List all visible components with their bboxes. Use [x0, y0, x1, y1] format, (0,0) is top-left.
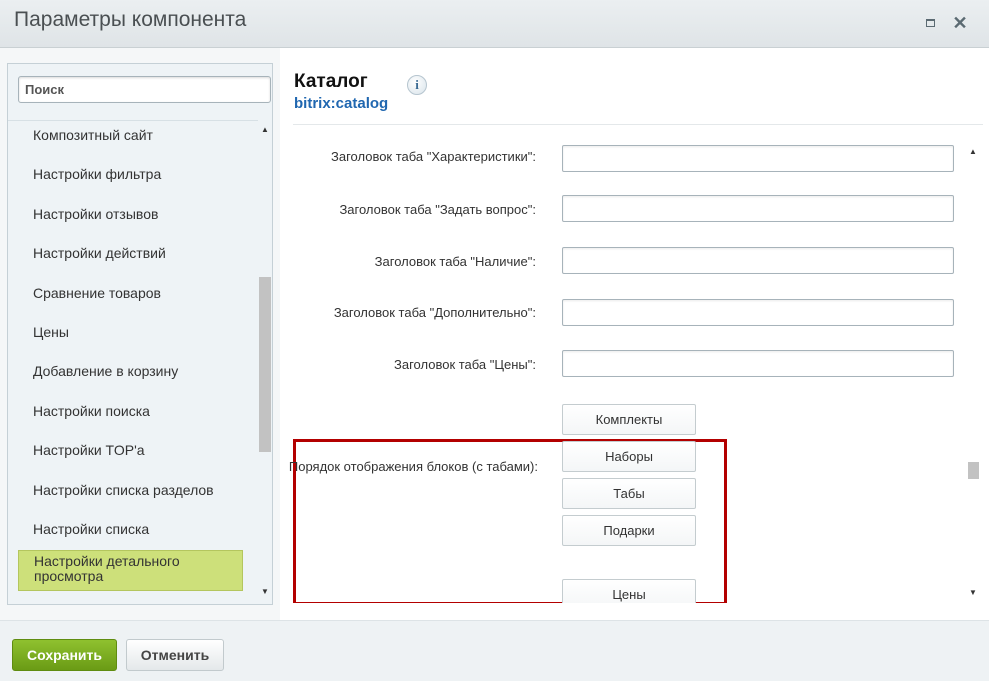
field-label-prices: Заголовок таба "Цены": — [394, 357, 536, 372]
info-icon[interactable]: i — [407, 75, 427, 95]
sidebar-item-compare[interactable]: Сравнение товаров — [18, 285, 243, 301]
sidebar-scrollbar[interactable]: ▲ ▼ — [258, 120, 272, 604]
form-scrollbar[interactable]: ▲ ▼ — [966, 144, 980, 604]
field-label-additional: Заголовок таба "Дополнительно": — [333, 305, 536, 320]
sidebar-item-top[interactable]: Настройки TOP'а — [18, 442, 243, 458]
scroll-up-icon[interactable]: ▲ — [966, 146, 980, 158]
field-label-characteristics: Заголовок таба "Характеристики": — [331, 149, 536, 164]
scroll-down-icon[interactable]: ▼ — [966, 587, 980, 599]
tab-additional-input[interactable] — [562, 299, 954, 326]
sidebar-item-composite[interactable]: Композитный сайт — [18, 127, 243, 143]
sidebar-item-basket[interactable]: Добавление в корзину — [18, 363, 243, 379]
tab-ask-question-input[interactable] — [562, 195, 954, 222]
order-item-sets[interactable]: Наборы — [562, 441, 696, 472]
block-order-label: Порядок отображения блоков (с табами): — [288, 459, 538, 474]
cancel-button[interactable]: Отменить — [126, 639, 224, 671]
settings-form: Заголовок таба "Характеристики": Заголов… — [280, 138, 980, 603]
sidebar-item-filter[interactable]: Настройки фильтра — [18, 166, 243, 182]
scroll-down-icon[interactable]: ▼ — [258, 586, 272, 598]
divider — [293, 124, 983, 125]
scroll-thumb[interactable] — [259, 277, 271, 452]
order-item-tabs[interactable]: Табы — [562, 478, 696, 509]
sidebar-item-reviews[interactable]: Настройки отзывов — [18, 206, 243, 222]
component-title: Каталог — [294, 71, 368, 92]
order-item-prices[interactable]: Цены — [562, 579, 696, 603]
field-label-ask-question: Заголовок таба "Задать вопрос": — [339, 202, 536, 217]
order-item-gifts[interactable]: Подарки — [562, 515, 696, 546]
tab-availability-input[interactable] — [562, 247, 954, 274]
maximize-icon[interactable] — [921, 14, 939, 32]
search-input[interactable] — [18, 76, 271, 103]
sidebar-item-actions[interactable]: Настройки действий — [18, 245, 243, 261]
save-button[interactable]: Сохранить — [12, 639, 117, 671]
dialog-title: Параметры компонента — [14, 8, 247, 31]
tab-characteristics-input[interactable] — [562, 145, 954, 172]
sidebar-item-prices[interactable]: Цены — [18, 324, 243, 340]
scroll-up-icon[interactable]: ▲ — [258, 124, 272, 136]
sidebar-list: Композитный сайт Настройки фильтра Настр… — [8, 120, 258, 604]
close-icon[interactable]: ✕ — [951, 14, 969, 32]
sidebar-item-detail[interactable]: Настройки детального просмотра — [18, 550, 243, 591]
field-label-availability: Заголовок таба "Наличие": — [374, 254, 536, 269]
main-panel: Каталог i bitrix:catalog Заголовок таба … — [280, 48, 989, 620]
sidebar: Композитный сайт Настройки фильтра Настр… — [7, 63, 273, 605]
order-item-kits[interactable]: Комплекты — [562, 404, 696, 435]
dialog-titlebar: Параметры компонента ✕ — [0, 0, 989, 48]
component-code: bitrix:catalog — [294, 95, 389, 112]
sidebar-item-search[interactable]: Настройки поиска — [18, 403, 243, 419]
dialog-footer: Сохранить Отменить — [0, 620, 989, 681]
scroll-thumb[interactable] — [968, 462, 979, 479]
sidebar-item-list[interactable]: Настройки списка — [18, 521, 243, 537]
sidebar-item-section-list[interactable]: Настройки списка разделов — [18, 482, 243, 498]
tab-prices-input[interactable] — [562, 350, 954, 377]
